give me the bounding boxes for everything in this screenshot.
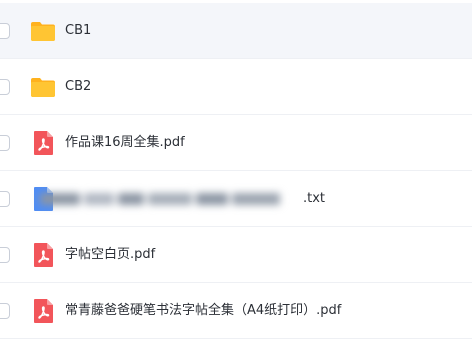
row-checkbox[interactable] bbox=[0, 134, 10, 151]
file-name[interactable]: 常青藤爸爸硬笔书法字帖全集（A4纸打印）.pdf bbox=[65, 302, 341, 320]
row-checkbox[interactable] bbox=[0, 22, 10, 39]
file-extension[interactable]: .txt bbox=[303, 190, 325, 208]
pdf-icon bbox=[30, 242, 56, 268]
list-item-file[interactable]: 常青藤爸爸硬笔书法字帖全集（A4纸打印）.pdf bbox=[0, 283, 472, 339]
list-item-file[interactable]: .txt bbox=[0, 171, 472, 227]
row-checkbox[interactable] bbox=[0, 190, 10, 207]
redacted-file-name bbox=[40, 190, 300, 208]
file-name[interactable]: 作品课16周全集.pdf bbox=[65, 134, 185, 152]
row-checkbox[interactable] bbox=[0, 302, 10, 319]
list-item-folder-cb2[interactable]: CB2 bbox=[0, 59, 472, 115]
row-checkbox[interactable] bbox=[0, 246, 10, 263]
file-list: CB1 CB2 作品课16周全集.pdf .txt 字帖空白页.pdf 常青藤爸… bbox=[0, 0, 472, 344]
list-item-file[interactable]: 字帖空白页.pdf bbox=[0, 227, 472, 283]
folder-icon bbox=[30, 18, 56, 44]
pdf-icon bbox=[30, 298, 56, 324]
list-item-folder-cb1[interactable]: CB1 bbox=[0, 3, 472, 59]
list-item-file[interactable]: 作品课16周全集.pdf bbox=[0, 115, 472, 171]
folder-icon bbox=[30, 74, 56, 100]
pdf-icon bbox=[30, 130, 56, 156]
file-name[interactable]: CB2 bbox=[65, 78, 91, 96]
file-name[interactable]: CB1 bbox=[65, 22, 91, 40]
row-checkbox[interactable] bbox=[0, 78, 10, 95]
file-name[interactable]: 字帖空白页.pdf bbox=[65, 246, 155, 264]
